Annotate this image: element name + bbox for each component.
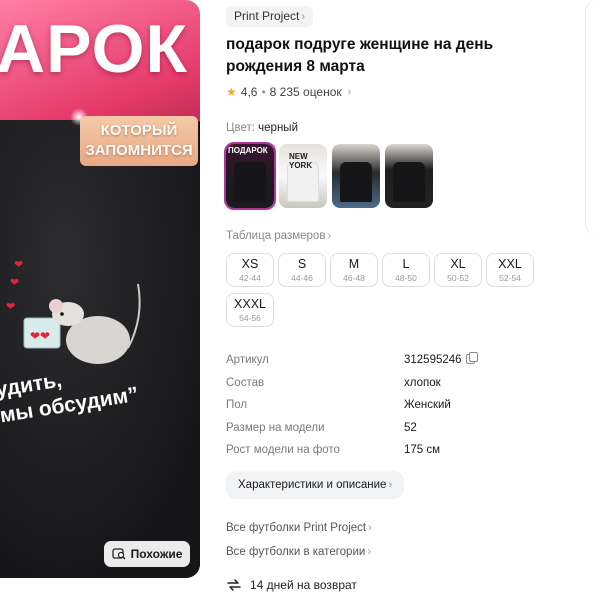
spec-key: Рост модели на фото xyxy=(226,444,340,456)
product-image[interactable]: АРОК КОТОРЫЙ ЗАПОМНИТСЯ ❤ ❤ ❤ ❤❤ удить, … xyxy=(0,0,200,578)
chevron-right-icon: › xyxy=(301,11,306,23)
print-badge-line1: КОТОРЫЙ xyxy=(100,122,178,139)
spec-row-article: Артикул 312595246 xyxy=(226,352,526,375)
size-label: XXL xyxy=(498,257,522,271)
size-range: 54-56 xyxy=(239,313,261,323)
size-range: 50-52 xyxy=(447,273,469,283)
chevron-right-icon: › xyxy=(327,230,332,242)
swatch-text: NEW YORK xyxy=(289,152,313,170)
size-range: 42-44 xyxy=(239,273,261,283)
size-table-link[interactable]: Таблица размеров › xyxy=(226,230,331,242)
all-brand-link[interactable]: Все футболки Print Project › xyxy=(226,522,372,534)
spec-key: Артикул xyxy=(226,354,269,366)
swatch-shirt xyxy=(234,162,266,202)
size-label: XL xyxy=(450,257,466,271)
size-option-s[interactable]: S 44-46 xyxy=(278,253,326,287)
chevron-right-icon: › xyxy=(367,546,371,558)
return-arrows-icon xyxy=(227,579,241,591)
heart-icon: ❤ xyxy=(10,277,20,289)
print-badge-line2: ЗАПОМНИТСЯ xyxy=(85,142,193,159)
all-brand-label: Все футболки Print Project xyxy=(226,522,367,534)
size-range: 46-48 xyxy=(343,273,365,283)
color-swatch-3[interactable] xyxy=(332,144,380,208)
heart-icon: ❤ xyxy=(6,301,16,313)
spec-value: хлопок xyxy=(404,374,441,391)
characteristics-label: Характеристики и описание xyxy=(238,479,387,491)
size-range: 48-50 xyxy=(395,273,417,283)
spec-key: Состав xyxy=(226,376,265,389)
product-title: подарок подруге женщине на день рождения… xyxy=(226,36,494,75)
return-policy: 14 дней на возврат xyxy=(226,578,357,592)
spec-row-gender: Пол Женский xyxy=(226,397,526,420)
similar-button[interactable]: Похожие xyxy=(104,541,190,567)
size-option-xxl[interactable]: XXL 52-54 xyxy=(486,253,534,287)
size-range: 52-54 xyxy=(499,273,521,283)
spec-value: 175 см xyxy=(404,442,441,458)
similar-label: Похожие xyxy=(130,547,183,561)
size-label: XS xyxy=(241,257,259,271)
print-badge: КОТОРЫЙ ЗАПОМНИТСЯ xyxy=(80,116,198,166)
size-option-xs[interactable]: XS 42-44 xyxy=(226,253,274,287)
print-headline: АРОК xyxy=(0,11,188,87)
spec-key: Размер на модели xyxy=(226,421,325,434)
size-range: 44-46 xyxy=(291,273,313,283)
size-option-m[interactable]: M 46-48 xyxy=(330,253,378,287)
spec-key: Пол xyxy=(226,399,248,411)
rating[interactable]: ★ 4,6 • 8 235 оценок › xyxy=(226,85,351,99)
chevron-right-icon: › xyxy=(347,86,352,98)
color-swatch-white[interactable]: NEW YORK xyxy=(279,144,327,208)
size-label: S xyxy=(297,257,307,271)
brand-chip[interactable]: Print Project › xyxy=(226,6,314,27)
svg-text:❤❤: ❤❤ xyxy=(30,329,50,343)
brand-name: Print Project xyxy=(234,9,300,23)
rating-count: 8 235 оценок xyxy=(269,85,342,99)
color-swatch-4[interactable] xyxy=(385,144,433,208)
spec-value[interactable]: 312595246 xyxy=(404,352,478,368)
size-option-xxxl[interactable]: XXXL 54-56 xyxy=(226,293,274,327)
swatch-shirt xyxy=(340,162,372,202)
size-option-xl[interactable]: XL 50-52 xyxy=(434,253,482,287)
copy-icon[interactable] xyxy=(465,352,478,364)
swatch-text: ПОДАРОК xyxy=(228,146,268,155)
side-panel-edge xyxy=(585,0,600,235)
image-search-icon xyxy=(111,548,126,560)
star-icon: ★ xyxy=(226,85,237,99)
chevron-right-icon: › xyxy=(388,479,393,491)
all-category-label: Все футболки в категории xyxy=(226,546,366,558)
article-number: 312595246 xyxy=(404,354,462,366)
size-label: XXXL xyxy=(234,297,266,311)
spec-row-model-height: Рост модели на фото 175 см xyxy=(226,442,526,465)
separator-dot: • xyxy=(261,85,266,99)
all-category-link[interactable]: Все футболки в категории › xyxy=(226,546,371,558)
spec-row-composition: Состав хлопок xyxy=(226,374,526,398)
swatch-shirt xyxy=(393,162,425,202)
color-swatch-black[interactable]: ПОДАРОК xyxy=(224,142,276,210)
color-label-key: Цвет: xyxy=(226,122,255,134)
characteristics-button[interactable]: Характеристики и описание › xyxy=(226,471,405,499)
spec-row-model-size: Размер на модели 52 xyxy=(226,419,526,443)
size-label: L xyxy=(402,257,410,271)
chevron-right-icon: › xyxy=(368,522,372,534)
size-option-l[interactable]: L 48-50 xyxy=(382,253,430,287)
size-label: M xyxy=(348,257,360,271)
return-text: 14 дней на возврат xyxy=(250,578,357,592)
color-label-value: черный xyxy=(258,122,298,134)
heart-icon: ❤ xyxy=(14,259,24,271)
size-table-label: Таблица размеров xyxy=(226,230,326,242)
specs-list: Артикул 312595246 Состав хлопок Пол Женс… xyxy=(226,352,526,465)
spec-value: 52 xyxy=(404,419,417,436)
color-label: Цвет: черный xyxy=(226,122,298,134)
spec-value: Женский xyxy=(404,397,451,413)
rating-value: 4,6 xyxy=(240,85,258,99)
